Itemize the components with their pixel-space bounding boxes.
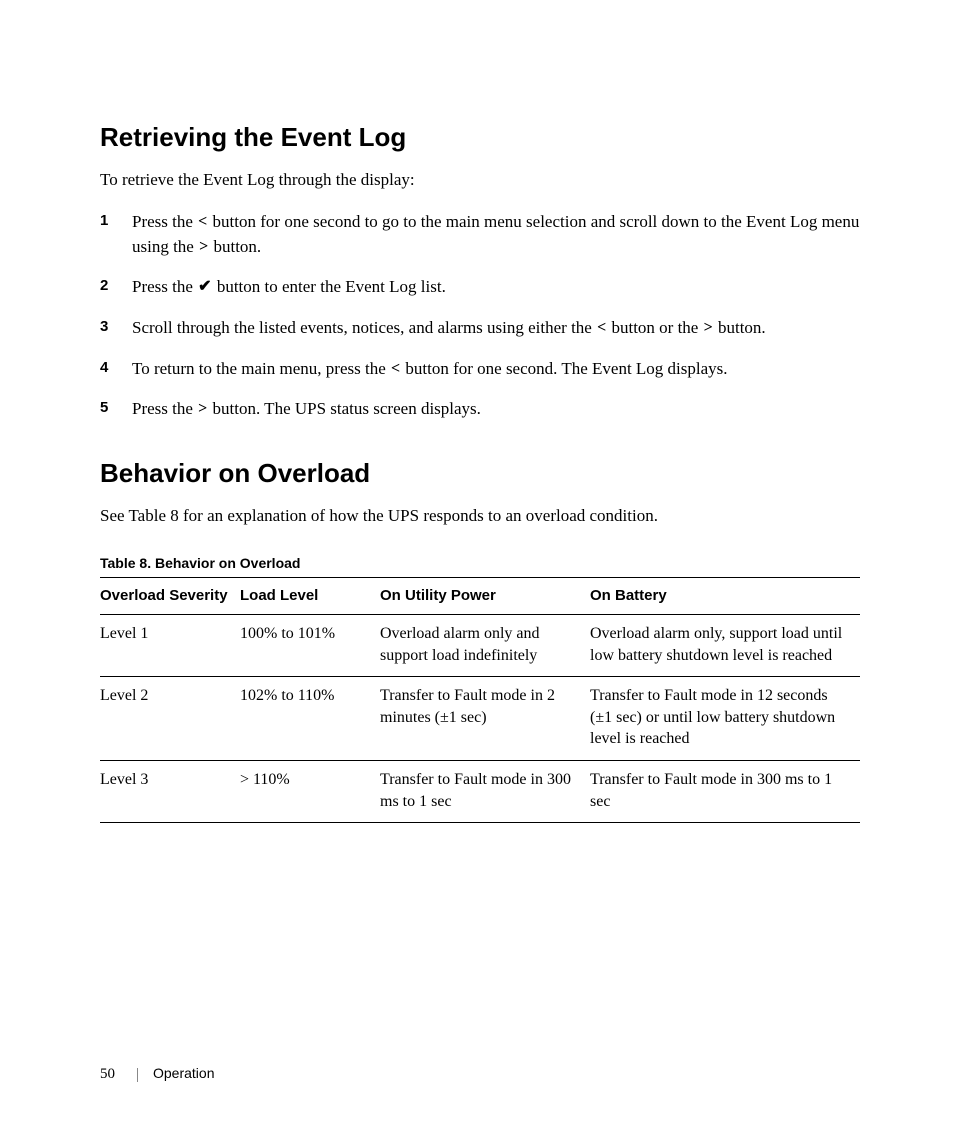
step-body: Press the ✔ button to enter the Event Lo…: [132, 275, 860, 300]
step-number: 5: [100, 397, 132, 418]
cell-battery: Transfer to Fault mode in 300 ms to 1 se…: [590, 761, 860, 823]
step-number: 2: [100, 275, 132, 296]
table-row: Level 1100% to 101%Overload alarm only a…: [100, 615, 860, 677]
step-item: 2Press the ✔ button to enter the Event L…: [100, 275, 860, 300]
footer-section-name: Operation: [153, 1065, 214, 1081]
col-overload-severity: Overload Severity: [100, 577, 240, 614]
left-icon: <: [390, 361, 401, 377]
overload-table: Overload Severity Load Level On Utility …: [100, 577, 860, 823]
intro-text: To retrieve the Event Log through the di…: [100, 169, 860, 192]
step-text: button.: [714, 318, 766, 337]
table-row: Level 2102% to 110%Transfer to Fault mod…: [100, 677, 860, 761]
step-text: button. The UPS status screen displays.: [208, 399, 481, 418]
cell-utility: Transfer to Fault mode in 2 minutes (±1 …: [380, 677, 590, 761]
cell-severity: Level 1: [100, 615, 240, 677]
step-text: button or the: [607, 318, 702, 337]
step-body: Press the < button for one second to go …: [132, 210, 860, 259]
step-item: 3Scroll through the listed events, notic…: [100, 316, 860, 341]
heading-behavior-on-overload: Behavior on Overload: [100, 456, 860, 491]
cell-load: > 110%: [240, 761, 380, 823]
right-icon: >: [703, 320, 714, 336]
page-number: 50: [100, 1066, 115, 1082]
step-text: button.: [209, 237, 261, 256]
step-body: Press the > button. The UPS status scree…: [132, 397, 860, 422]
steps-list: 1Press the < button for one second to go…: [100, 210, 860, 422]
table-caption: Table 8. Behavior on Overload: [100, 554, 860, 573]
cell-load: 102% to 110%: [240, 677, 380, 761]
cell-severity: Level 2: [100, 677, 240, 761]
cell-severity: Level 3: [100, 761, 240, 823]
table-header-row: Overload Severity Load Level On Utility …: [100, 577, 860, 614]
step-text: Scroll through the listed events, notice…: [132, 318, 596, 337]
footer-divider: [137, 1068, 138, 1082]
step-item: 1Press the < button for one second to go…: [100, 210, 860, 259]
col-on-battery: On Battery: [590, 577, 860, 614]
step-number: 4: [100, 357, 132, 378]
cell-battery: Transfer to Fault mode in 12 seconds (±1…: [590, 677, 860, 761]
step-text: Press the: [132, 212, 197, 231]
left-icon: <: [596, 320, 607, 336]
col-load-level: Load Level: [240, 577, 380, 614]
right-icon: >: [198, 239, 209, 255]
page-footer: 50 Operation: [100, 1064, 214, 1085]
step-text: To return to the main menu, press the: [132, 359, 390, 378]
step-text: Press the: [132, 399, 197, 418]
step-item: 4To return to the main menu, press the <…: [100, 357, 860, 382]
table-row: Level 3> 110%Transfer to Fault mode in 3…: [100, 761, 860, 823]
step-text: button for one second. The Event Log dis…: [401, 359, 727, 378]
step-text: button to enter the Event Log list.: [213, 277, 446, 296]
col-on-utility-power: On Utility Power: [380, 577, 590, 614]
right-icon: >: [197, 401, 208, 417]
cell-load: 100% to 101%: [240, 615, 380, 677]
cell-utility: Overload alarm only and support load ind…: [380, 615, 590, 677]
cell-battery: Overload alarm only, support load until …: [590, 615, 860, 677]
cell-utility: Transfer to Fault mode in 300 ms to 1 se…: [380, 761, 590, 823]
intro-text: See Table 8 for an explanation of how th…: [100, 505, 860, 528]
step-body: Scroll through the listed events, notice…: [132, 316, 860, 341]
step-text: Press the: [132, 277, 197, 296]
page: Retrieving the Event Log To retrieve the…: [0, 0, 954, 1145]
left-icon: <: [197, 214, 208, 230]
step-number: 1: [100, 210, 132, 231]
check-icon: ✔: [197, 279, 212, 295]
heading-retrieving-event-log: Retrieving the Event Log: [100, 120, 860, 155]
step-body: To return to the main menu, press the < …: [132, 357, 860, 382]
step-item: 5Press the > button. The UPS status scre…: [100, 397, 860, 422]
step-number: 3: [100, 316, 132, 337]
